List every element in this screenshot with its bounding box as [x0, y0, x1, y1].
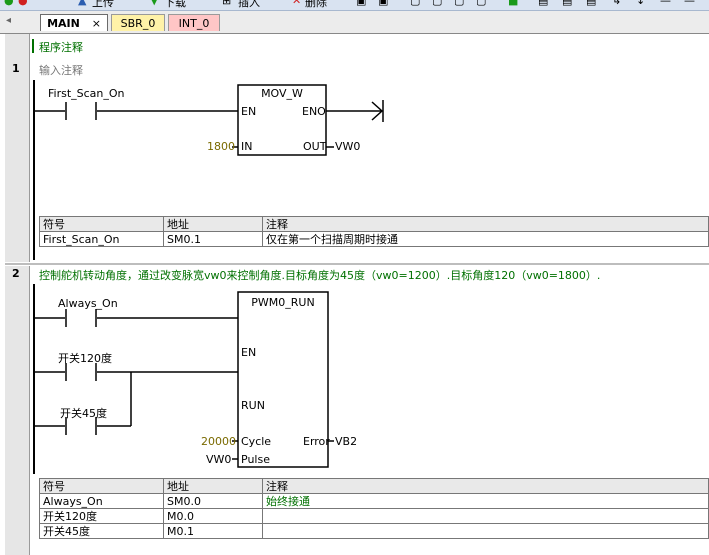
toolbar-icon-k[interactable]: ↳	[612, 0, 621, 10]
toolbar-icon-d[interactable]: ▢	[432, 0, 442, 10]
toolbar-icon-b[interactable]: ▣	[378, 0, 388, 10]
delete-icon[interactable]: ✕	[292, 0, 301, 10]
stop-icon[interactable]: ●	[18, 0, 28, 10]
toolbar-icon-g[interactable]: ■	[508, 0, 518, 10]
mov-w-pin-eno: ENO	[302, 105, 326, 118]
insert-icon[interactable]: ⊞	[222, 0, 231, 10]
symbol-cell: First_Scan_On	[39, 231, 164, 247]
tab-main-label: MAIN	[47, 17, 80, 30]
table-row[interactable]: Always_On SM0.0 始终接通	[39, 493, 709, 509]
network-1-symbol-table: 符号 地址 注释 First_Scan_On SM0.1 仅在第一个扫描周期时接…	[39, 216, 709, 247]
download-button[interactable]: 下载	[164, 0, 186, 10]
toolbar-icon-l[interactable]: ↧	[636, 0, 645, 10]
symbol-cell: 开关120度	[39, 508, 164, 524]
mov-w-title: MOV_W	[261, 87, 303, 100]
pwm0-pin-cycle: Cycle	[241, 435, 271, 448]
col-address: 地址	[163, 216, 263, 232]
network-2-symbol-table: 符号 地址 注释 Always_On SM0.0 始终接通 开关120度 M0.…	[39, 478, 709, 539]
ladder-editor[interactable]: 程序注释 1 输入注释 First_Scan_On MOV_W EN ENO I…	[0, 34, 709, 555]
pwm0-pulse-value[interactable]: VW0	[206, 453, 231, 466]
comment-cell	[262, 508, 709, 524]
col-symbol: 符号	[39, 478, 164, 494]
toolbar: ● ● ▲ 上传 ▼ 下载 ⊞ 插入 ✕ 删除 ▣ ▣ ▢ ▢ ▢ ▢ ■ ▤ …	[0, 0, 709, 11]
contact-always-on-label[interactable]: Always_On	[58, 297, 118, 310]
pwm0-error-value[interactable]: VB2	[335, 435, 357, 448]
toolbar-icon-e[interactable]: ▢	[454, 0, 464, 10]
scroll-left-icon[interactable]: ◂	[6, 15, 11, 26]
table-row[interactable]: First_Scan_On SM0.1 仅在第一个扫描周期时接通	[39, 231, 709, 247]
comment-cell: 始终接通	[262, 493, 709, 509]
delete-button[interactable]: 删除	[305, 0, 327, 10]
toolbar-icon-n[interactable]: —	[684, 0, 695, 10]
symbol-cell: 开关45度	[39, 523, 164, 539]
mov-w-pin-en: EN	[241, 105, 256, 118]
run-icon[interactable]: ●	[4, 0, 14, 10]
mov-w-pin-out: OUT	[303, 140, 327, 153]
toolbar-icon-a[interactable]: ▣	[356, 0, 366, 10]
upload-button[interactable]: 上传	[92, 0, 114, 10]
tab-int-0[interactable]: INT_0	[168, 14, 220, 31]
toolbar-icon-f[interactable]: ▢	[476, 0, 486, 10]
symbol-cell: Always_On	[39, 493, 164, 509]
address-cell: SM0.0	[163, 493, 263, 509]
tab-main[interactable]: MAIN ×	[40, 14, 108, 31]
address-cell: M0.0	[163, 508, 263, 524]
pwm0-cycle-value[interactable]: 20000	[201, 435, 236, 448]
col-comment: 注释	[262, 478, 709, 494]
toolbar-icon-m[interactable]: —	[660, 0, 671, 10]
toolbar-icon-i[interactable]: ▤	[562, 0, 572, 10]
table-row[interactable]: 开关120度 M0.0	[39, 508, 709, 524]
col-symbol: 符号	[39, 216, 164, 232]
col-address: 地址	[163, 478, 263, 494]
download-icon[interactable]: ▼	[150, 0, 158, 10]
tab-close-icon[interactable]: ×	[92, 17, 101, 30]
tab-sbr-0-label: SBR_0	[120, 17, 156, 30]
pwm0-pin-error: Error	[303, 435, 330, 448]
contact-switch-120-label[interactable]: 开关120度	[58, 351, 112, 365]
pwm0-pin-en: EN	[241, 346, 256, 359]
upload-icon[interactable]: ▲	[78, 0, 86, 10]
toolbar-icon-j[interactable]: ▤	[586, 0, 596, 10]
col-comment: 注释	[262, 216, 709, 232]
comment-cell	[262, 523, 709, 539]
tab-sbr-0[interactable]: SBR_0	[111, 14, 165, 31]
mov-w-in-value[interactable]: 1800	[207, 140, 235, 153]
mov-w-pin-in: IN	[241, 140, 252, 153]
contact-switch-45-label[interactable]: 开关45度	[60, 406, 107, 420]
comment-cell: 仅在第一个扫描周期时接通	[262, 231, 709, 247]
tab-strip: ◂ MAIN × SBR_0 INT_0	[0, 11, 709, 34]
network-2-ladder: Always_On 开关120度 开关45度 PWM0_RUN EN RUN C…	[35, 291, 357, 468]
contact-first-scan-label[interactable]: First_Scan_On	[48, 87, 125, 100]
toolbar-icon-h[interactable]: ▤	[538, 0, 548, 10]
tab-int-0-label: INT_0	[178, 17, 210, 30]
address-cell: SM0.1	[163, 231, 263, 247]
pwm0-pin-pulse: Pulse	[241, 453, 270, 466]
toolbar-icon-c[interactable]: ▢	[410, 0, 420, 10]
address-cell: M0.1	[163, 523, 263, 539]
insert-button[interactable]: 插入	[238, 0, 260, 10]
pwm0-pin-run: RUN	[241, 399, 265, 412]
pwm0-run-title: PWM0_RUN	[251, 296, 314, 309]
table-row[interactable]: 开关45度 M0.1	[39, 523, 709, 539]
mov-w-out-value[interactable]: VW0	[335, 140, 360, 153]
